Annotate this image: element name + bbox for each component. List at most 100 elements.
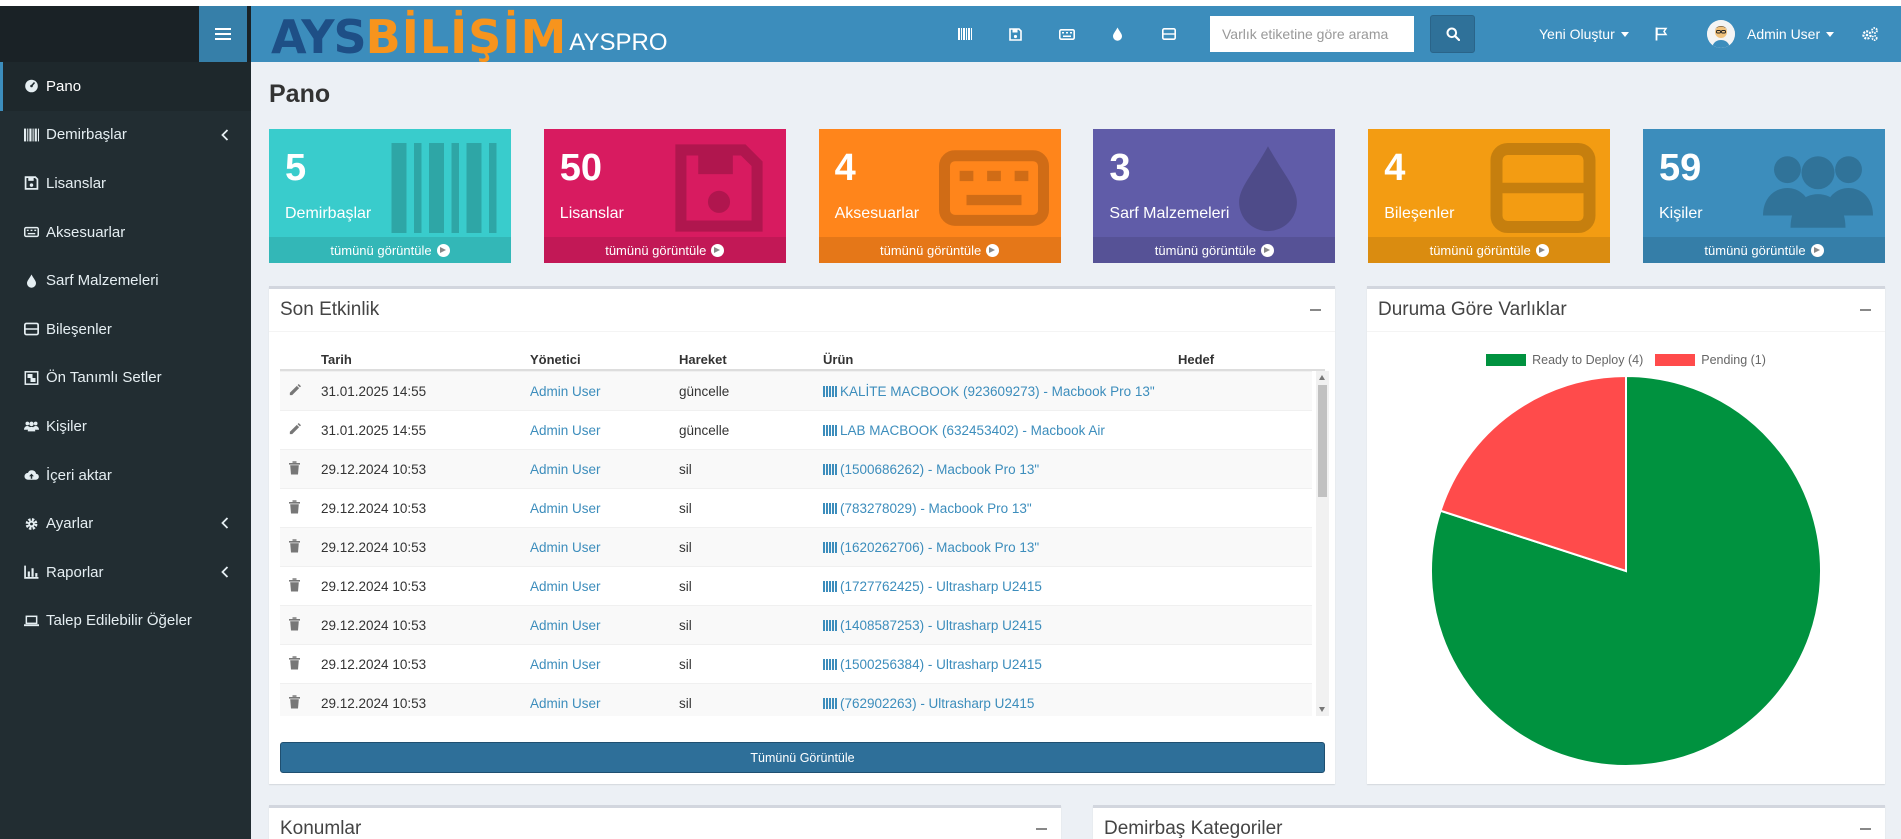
column-target[interactable]: Hedef bbox=[1178, 352, 1214, 367]
box-count: 50 bbox=[559, 147, 603, 189]
sidebar-item-dashboard[interactable]: Pano bbox=[0, 62, 251, 111]
row-admin-link[interactable]: Admin User bbox=[530, 462, 601, 477]
hdd-icon bbox=[1161, 28, 1176, 40]
trash-icon bbox=[288, 461, 301, 478]
sidebar-item-users[interactable]: Kişiler bbox=[0, 402, 251, 451]
barcode-icon bbox=[823, 581, 837, 592]
view-all-link[interactable]: tümünü görüntüle bbox=[1093, 237, 1336, 263]
consumables-link[interactable] bbox=[1092, 6, 1143, 62]
collapse-minus-icon[interactable] bbox=[1860, 828, 1871, 830]
sidebar-item-cloud-upload[interactable]: İçeri aktar bbox=[0, 451, 251, 500]
row-admin-link[interactable]: Admin User bbox=[530, 540, 601, 555]
box-count: 5 bbox=[285, 147, 307, 189]
row-date: 29.12.2024 10:53 bbox=[321, 462, 427, 477]
row-item-label: LAB MACBOOK (632453402) - Macbook Air bbox=[840, 423, 1105, 438]
cogs-icon bbox=[1862, 27, 1878, 42]
table-header: Tarih Yönetici Hareket Ürün Hedef bbox=[280, 343, 1325, 371]
row-admin-link[interactable]: Admin User bbox=[530, 501, 601, 516]
sidebar-item-chart[interactable]: Raporlar bbox=[0, 548, 251, 597]
floppy-disk-icon bbox=[1009, 27, 1022, 41]
row-admin-link[interactable]: Admin User bbox=[530, 696, 601, 711]
row-admin-link[interactable]: Admin User bbox=[530, 657, 601, 672]
barcode-icon bbox=[22, 127, 40, 143]
row-admin-link[interactable]: Admin User bbox=[530, 423, 601, 438]
column-date[interactable]: Tarih bbox=[321, 352, 352, 367]
row-item-link[interactable]: (1620262706) - Macbook Pro 13" bbox=[823, 540, 1039, 555]
box-label: Bileşenler bbox=[1384, 205, 1455, 222]
asset-tag-search-input[interactable] bbox=[1210, 16, 1414, 52]
trash-icon bbox=[288, 617, 301, 634]
sidebar-item-laptop[interactable]: Talep Edilebilir Öğeler bbox=[0, 597, 251, 646]
row-item-link[interactable]: (783278029) - Macbook Pro 13" bbox=[823, 501, 1032, 516]
assets-link[interactable] bbox=[939, 6, 990, 62]
scroll-down-icon[interactable] bbox=[1319, 707, 1325, 712]
column-admin[interactable]: Yönetici bbox=[530, 352, 581, 367]
collapse-minus-icon[interactable] bbox=[1036, 828, 1047, 830]
sidebar-toggle-button[interactable] bbox=[199, 6, 247, 62]
row-item-link[interactable]: (1727762425) - Ultrasharp U2415 bbox=[823, 579, 1042, 594]
scroll-up-icon[interactable] bbox=[1319, 375, 1325, 380]
column-item[interactable]: Ürün bbox=[823, 352, 853, 367]
chart-icon bbox=[22, 564, 40, 580]
row-item-link[interactable]: LAB MACBOOK (632453402) - Macbook Air bbox=[823, 423, 1105, 438]
view-all-link-label: tümünü görüntüle bbox=[330, 242, 432, 258]
logo-ays-text: AYS bbox=[271, 10, 367, 64]
row-item-link[interactable]: KALİTE MACBOOK (923609273) - Macbook Pro… bbox=[823, 384, 1155, 399]
view-all-link[interactable]: tümünü görüntüle bbox=[818, 237, 1061, 263]
bars-icon bbox=[215, 28, 231, 40]
sidebar-item-floppy-disk[interactable]: Lisanslar bbox=[0, 159, 251, 208]
row-item-label: KALİTE MACBOOK (923609273) - Macbook Pro… bbox=[840, 384, 1155, 399]
view-all-link-label: tümünü görüntüle bbox=[880, 242, 982, 258]
collapse-minus-icon[interactable] bbox=[1860, 309, 1871, 311]
row-item-link[interactable]: (1408587253) - Ultrasharp U2415 bbox=[823, 618, 1042, 633]
view-all-button[interactable]: Tümünü Görüntüle bbox=[280, 742, 1325, 773]
view-all-link-label: tümünü görüntüle bbox=[1704, 242, 1806, 258]
sidebar-item-gear[interactable]: Ayarlar bbox=[0, 499, 251, 548]
scrollbar-thumb[interactable] bbox=[1318, 385, 1327, 497]
panel-header: Duruma Göre Varlıklar bbox=[1367, 289, 1885, 332]
sidebar-item-label: Sarf Malzemeleri bbox=[46, 272, 159, 290]
collapse-minus-icon[interactable] bbox=[1310, 309, 1321, 311]
sidebar-item-barcode[interactable]: Demirbaşlar bbox=[0, 111, 251, 160]
caret-down-icon bbox=[1620, 31, 1629, 37]
user-menu-dropdown[interactable]: Admin User bbox=[1707, 6, 1835, 62]
search-button[interactable] bbox=[1430, 15, 1475, 53]
row-admin-link[interactable]: Admin User bbox=[530, 618, 601, 633]
keyboard-icon bbox=[938, 143, 1049, 233]
sidebar-item-label: İçeri aktar bbox=[46, 466, 112, 484]
admin-settings-button[interactable] bbox=[1861, 6, 1879, 62]
box-count: 4 bbox=[1384, 147, 1406, 189]
row-item-link[interactable]: (1500686262) - Macbook Pro 13" bbox=[823, 462, 1039, 477]
table-row: 29.12.2024 10:53 Admin User sil (1620262706… bbox=[280, 527, 1312, 566]
sidebar-item-hdd[interactable]: Bileşenler bbox=[0, 305, 251, 354]
sidebar-item-keyboard[interactable]: Aksesuarlar bbox=[0, 208, 251, 257]
components-link[interactable] bbox=[1143, 6, 1194, 62]
row-admin-link[interactable]: Admin User bbox=[530, 579, 601, 594]
locations-title: Konumlar bbox=[280, 818, 362, 839]
sidebar-item-object-group[interactable]: Ön Tanımlı Setler bbox=[0, 354, 251, 403]
cloud-upload-icon bbox=[22, 467, 40, 483]
view-all-link[interactable]: tümünü görüntüle bbox=[269, 237, 511, 263]
table-scrollbar[interactable] bbox=[1316, 371, 1329, 716]
row-item-link[interactable]: (1500256384) - Ultrasharp U2415 bbox=[823, 657, 1042, 672]
row-admin-link[interactable]: Admin User bbox=[530, 384, 601, 399]
summary-box-drop: 3 Sarf Malzemeleri tümünü görüntüle bbox=[1093, 129, 1336, 263]
accessories-link[interactable] bbox=[1041, 6, 1092, 62]
view-all-link[interactable]: tümünü görüntüle bbox=[1368, 237, 1611, 263]
locations-panel: Konumlar bbox=[269, 805, 1061, 839]
hdd-icon bbox=[22, 321, 40, 337]
requests-flag-button[interactable] bbox=[1655, 6, 1668, 62]
licenses-link[interactable] bbox=[990, 6, 1041, 62]
dashboard-icon bbox=[22, 78, 40, 94]
brand-logo[interactable]: AYS BİLİŞİM AYSPRO bbox=[271, 10, 668, 60]
view-all-link[interactable]: tümünü görüntüle bbox=[1643, 237, 1885, 263]
row-item-link[interactable]: (762902263) - Ultrasharp U2415 bbox=[823, 696, 1034, 711]
column-action[interactable]: Hareket bbox=[679, 352, 727, 367]
asset-categories-panel: Demirbaş Kategoriler bbox=[1093, 805, 1885, 839]
view-all-link[interactable]: tümünü görüntüle bbox=[543, 237, 786, 263]
panel-header: Demirbaş Kategoriler bbox=[1093, 808, 1885, 839]
create-new-dropdown[interactable]: Yeni Oluştur bbox=[1539, 6, 1629, 62]
box-label: Sarf Malzemeleri bbox=[1109, 205, 1230, 222]
sidebar-item-drop[interactable]: Sarf Malzemeleri bbox=[0, 256, 251, 305]
drop-icon bbox=[1213, 143, 1323, 233]
